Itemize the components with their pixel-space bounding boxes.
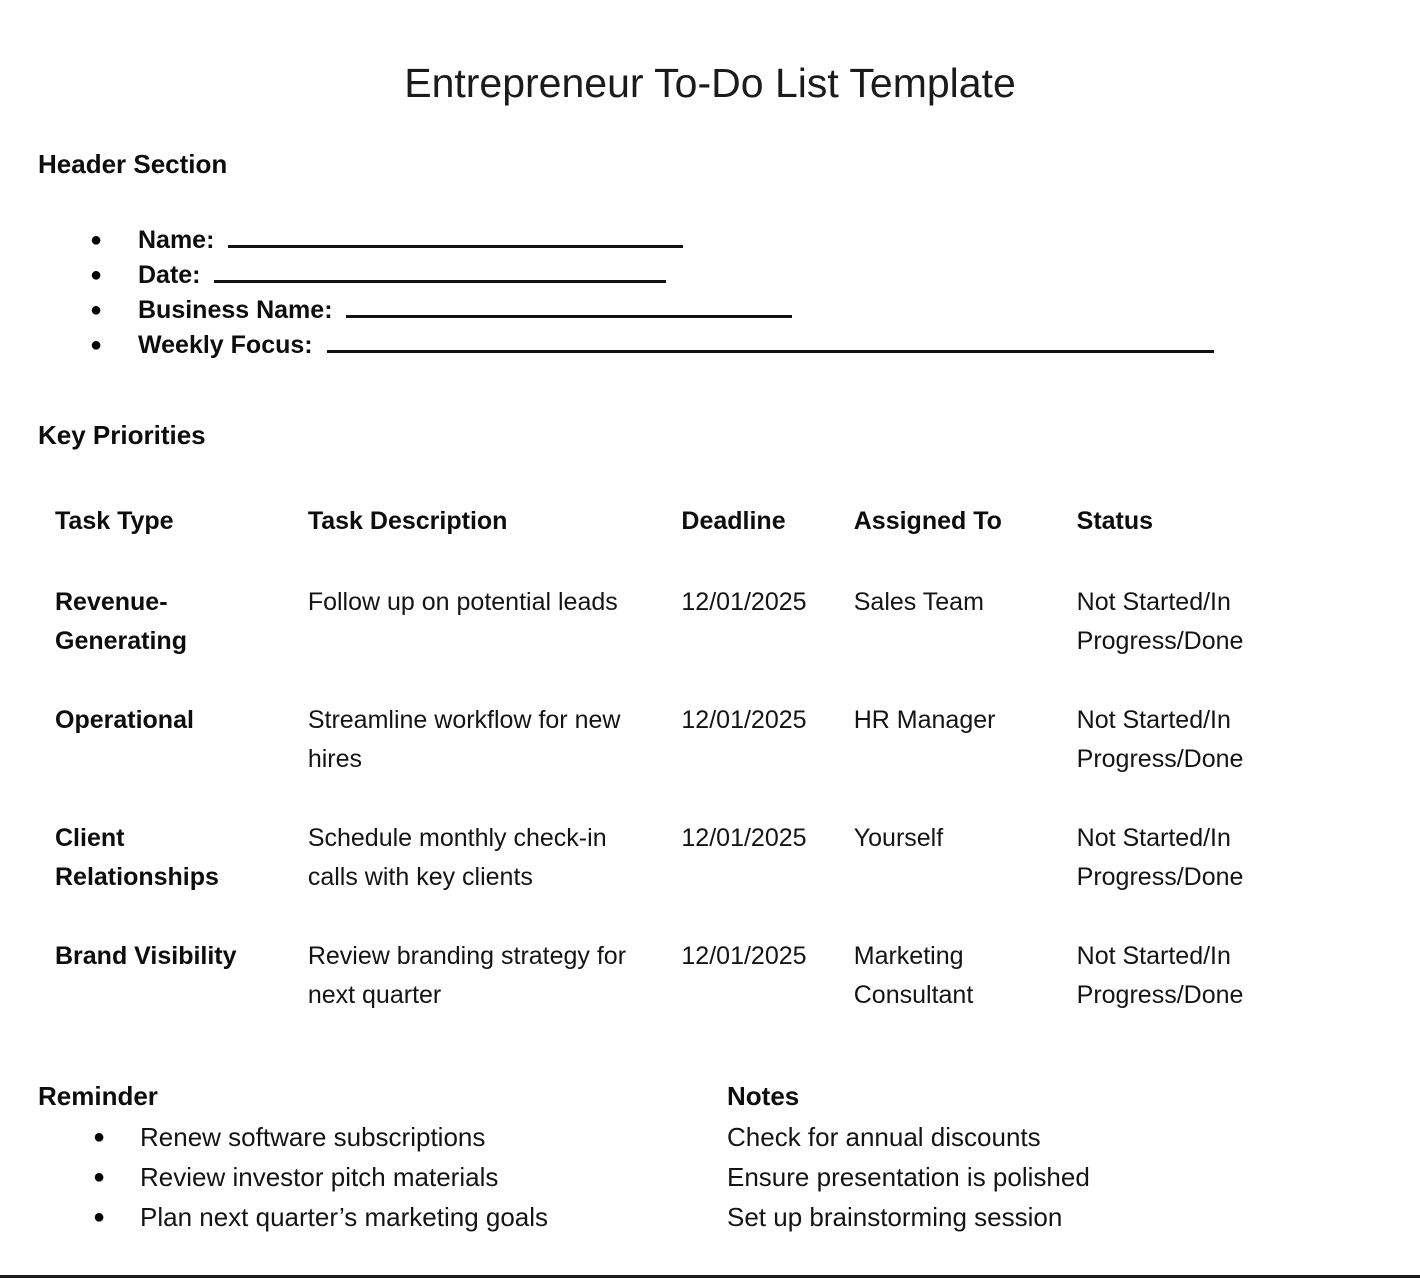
cell-deadline: 12/01/2025 <box>681 588 807 616</box>
bullet-icon: ● <box>90 264 103 286</box>
header-field-blank-name[interactable] <box>228 227 684 248</box>
key-priorities-table: Task Type Task Description Deadline Assi… <box>55 505 1345 1055</box>
reminder-section: Reminder ● Renew software subscriptions … <box>38 1080 698 1237</box>
header-section-heading: Header Section <box>38 149 228 179</box>
cell-assigned-to: Marketing Consultant <box>853 942 974 1009</box>
column-header-deadline: Deadline <box>681 507 786 535</box>
cell-task-description: Follow up on potential leads <box>307 588 618 616</box>
header-field-business-name: ● Business Name: <box>0 293 1400 328</box>
bullet-icon: ● <box>93 1166 106 1188</box>
cell-task-description: Schedule monthly check-in calls with key… <box>307 824 607 891</box>
cell-assigned-to: Yourself <box>853 824 944 852</box>
header-field-blank-weekly-focus[interactable] <box>326 332 1214 353</box>
bullet-icon: ● <box>90 229 103 251</box>
cell-task-description: Review branding strategy for next quarte… <box>307 942 627 1009</box>
notes-heading: Notes <box>727 1081 800 1111</box>
table-row: Operational Streamline workflow for new … <box>55 701 1345 819</box>
header-field-date: ● Date: <box>0 258 1400 293</box>
table-row: Client Relationships Schedule monthly ch… <box>55 819 1345 937</box>
notes-list: Check for annual discounts Ensure presen… <box>727 1117 1387 1237</box>
list-item: Ensure presentation is polished <box>727 1162 1090 1192</box>
list-item: Set up brainstorming session <box>727 1202 1063 1232</box>
reminder-item-text: Review investor pitch materials <box>140 1162 499 1192</box>
bullet-icon: ● <box>93 1126 106 1148</box>
table-row: Brand Visibility Review branding strateg… <box>55 937 1345 1055</box>
header-field-label: Date: <box>138 261 201 289</box>
table-row: Revenue-Generating Follow up on potentia… <box>55 583 1345 701</box>
column-header-status: Status <box>1076 507 1154 535</box>
reminder-item-text: Plan next quarter’s marketing goals <box>140 1202 549 1232</box>
list-item: ● Plan next quarter’s marketing goals <box>38 1197 698 1237</box>
reminder-item-text: Renew software subscriptions <box>140 1122 486 1152</box>
cell-deadline: 12/01/2025 <box>681 706 807 734</box>
bullet-icon: ● <box>93 1206 106 1228</box>
cell-status: Not Started/In Progress/Done <box>1076 942 1244 1009</box>
cell-deadline: 12/01/2025 <box>681 942 807 970</box>
header-field-weekly-focus: ● Weekly Focus: <box>0 328 1400 363</box>
reminder-heading: Reminder <box>38 1081 158 1111</box>
cell-task-type: Client Relationships <box>55 824 219 891</box>
column-header-assigned-to: Assigned To <box>853 507 1002 535</box>
cell-task-type: Brand Visibility <box>55 942 237 970</box>
column-header-task-type: Task Type <box>55 507 174 535</box>
cell-task-type: Revenue-Generating <box>55 588 187 655</box>
header-field-label: Weekly Focus: <box>138 331 313 359</box>
document-page: Entrepreneur To-Do List Template Header … <box>0 0 1420 1278</box>
header-field-label: Name: <box>138 226 215 254</box>
header-field-blank-date[interactable] <box>214 262 667 283</box>
cell-task-type: Operational <box>55 706 194 734</box>
cell-status: Not Started/In Progress/Done <box>1076 706 1244 773</box>
page-title: Entrepreneur To-Do List Template <box>404 60 1016 106</box>
notes-section: Notes Check for annual discounts Ensure … <box>727 1080 1387 1237</box>
header-field-blank-business-name[interactable] <box>346 297 793 318</box>
cell-task-description: Streamline workflow for new hires <box>307 706 621 773</box>
bottom-sections: Reminder ● Renew software subscriptions … <box>0 1080 1420 1270</box>
header-field-list: ● Name: ● Date: ● Business Name: ● Weekl… <box>0 223 1400 363</box>
column-header-task-description: Task Description <box>307 507 508 535</box>
cell-status: Not Started/In Progress/Done <box>1076 588 1244 655</box>
bullet-icon: ● <box>90 299 103 321</box>
list-item: Check for annual discounts <box>727 1122 1041 1152</box>
bullet-icon: ● <box>90 334 103 356</box>
list-item: ● Renew software subscriptions <box>38 1117 698 1157</box>
cell-status: Not Started/In Progress/Done <box>1076 824 1244 891</box>
cell-deadline: 12/01/2025 <box>681 824 807 852</box>
cell-assigned-to: Sales Team <box>853 588 984 616</box>
table-header-row: Task Type Task Description Deadline Assi… <box>55 505 1345 583</box>
list-item: ● Review investor pitch materials <box>38 1157 698 1197</box>
reminder-list: ● Renew software subscriptions ● Review … <box>38 1117 698 1237</box>
cell-assigned-to: HR Manager <box>853 706 996 734</box>
header-field-name: ● Name: <box>0 223 1400 258</box>
key-priorities-heading: Key Priorities <box>38 420 206 450</box>
header-field-label: Business Name: <box>138 296 333 324</box>
